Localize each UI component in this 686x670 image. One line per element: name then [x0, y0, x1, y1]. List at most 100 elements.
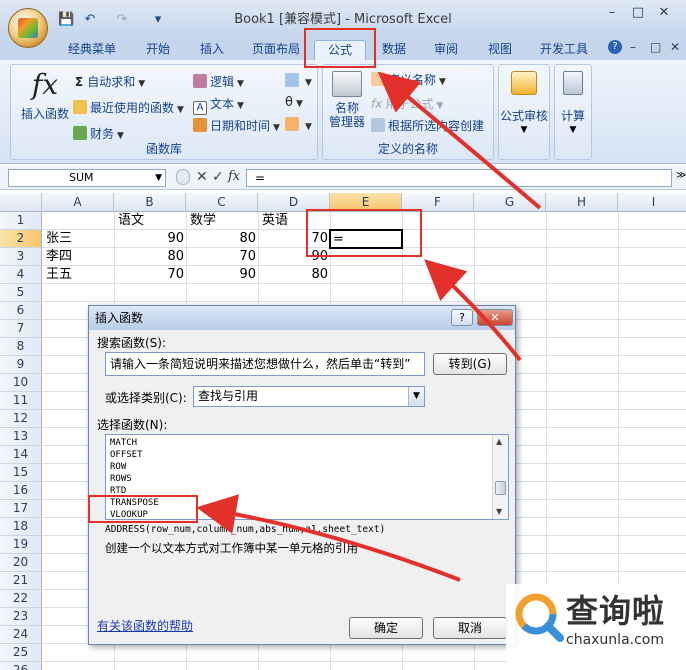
cell-d1[interactable]: 英语 [260, 212, 290, 230]
row-header[interactable]: 11 [0, 392, 42, 410]
function-list-scrollbar[interactable]: ▲ ▼ [492, 435, 508, 519]
list-item[interactable]: OFFSET [110, 449, 143, 461]
row-header[interactable]: 23 [0, 608, 42, 626]
row-header[interactable]: 5 [0, 284, 42, 302]
cancel-button[interactable]: 取消 [433, 617, 507, 639]
list-item[interactable]: ROWS [110, 473, 132, 485]
help-icon[interactable]: ? [608, 40, 622, 54]
create-from-selection-button[interactable]: 根据所选内容创建 [371, 117, 484, 134]
cell-a3[interactable]: 李四 [44, 248, 74, 266]
text-button[interactable]: A 文本 ▼ [193, 95, 244, 115]
define-name-button[interactable]: 定义名称 ▼ [371, 71, 446, 88]
cell-c2[interactable]: 80 [186, 230, 258, 248]
insert-function-fx-icon[interactable]: fx [228, 169, 240, 184]
cell-c1[interactable]: 数学 [188, 212, 218, 230]
column-header[interactable]: G [474, 193, 546, 212]
recent-functions-button[interactable]: 最近使用的函数 ▼ [73, 99, 184, 116]
row-header[interactable]: 12 [0, 410, 42, 428]
function-help-link[interactable]: 有关该函数的帮助 [97, 617, 193, 634]
enter-check-icon[interactable]: ✓ [212, 169, 224, 185]
row-header[interactable]: 7 [0, 320, 42, 338]
row-header[interactable]: 20 [0, 554, 42, 572]
ok-button[interactable]: 确定 [349, 617, 423, 639]
ribbon-restore-button[interactable]: □ [650, 40, 661, 54]
row-header[interactable]: 25 [0, 644, 42, 662]
ribbon-minimize-button[interactable]: – [630, 40, 636, 54]
tab-insert[interactable]: 插入 [192, 40, 232, 60]
cell-a4[interactable]: 王五 [44, 266, 74, 284]
formula-bar-expand-icon[interactable] [176, 169, 190, 185]
row-header[interactable]: 3 [0, 248, 42, 266]
tab-developer[interactable]: 开发工具 [534, 40, 594, 60]
go-button[interactable]: 转到(G) [433, 353, 507, 375]
tab-review[interactable]: 审阅 [428, 40, 464, 60]
row-header[interactable]: 1 [0, 212, 42, 230]
column-header[interactable]: C [186, 193, 258, 212]
cell-a2[interactable]: 张三 [44, 230, 74, 248]
search-input[interactable]: 请输入一条简短说明来描述您想做什么，然后单击“转到” [105, 352, 425, 376]
undo-icon[interactable]: ↶ [82, 12, 98, 28]
list-item[interactable]: MATCH [110, 437, 137, 449]
row-header[interactable]: 17 [0, 500, 42, 518]
tab-classic-menu[interactable]: 经典菜单 [62, 40, 122, 60]
autosum-button[interactable]: Σ 自动求和 ▼ [75, 73, 145, 90]
cell-b1[interactable]: 语文 [116, 212, 146, 230]
tab-page-layout[interactable]: 页面布局 [246, 40, 306, 60]
row-header[interactable]: 22 [0, 590, 42, 608]
office-button[interactable] [8, 8, 48, 48]
cell-c4[interactable]: 90 [186, 266, 258, 284]
row-header[interactable]: 26 [0, 662, 42, 670]
name-box[interactable]: SUM ▼ [8, 169, 166, 187]
math-trig-button[interactable]: θ ▼ [285, 95, 303, 110]
row-header[interactable]: 6 [0, 302, 42, 320]
close-window-button[interactable]: ✕ [652, 4, 676, 22]
row-header[interactable]: 19 [0, 536, 42, 554]
scroll-thumb[interactable] [495, 481, 506, 495]
column-header[interactable]: A [42, 193, 114, 212]
row-header[interactable]: 4 [0, 266, 42, 284]
calculation-group[interactable]: 计算 ▼ [554, 64, 592, 160]
dialog-close-button[interactable]: ✕ [477, 309, 513, 326]
column-header[interactable]: I [618, 193, 686, 212]
select-all-corner[interactable] [0, 193, 42, 212]
row-header[interactable]: 2 [0, 230, 42, 248]
save-icon[interactable]: 💾 [58, 12, 74, 28]
row-header[interactable]: 10 [0, 374, 42, 392]
cell-b4[interactable]: 70 [114, 266, 186, 284]
cancel-icon[interactable]: ✕ [196, 169, 208, 185]
minimize-button[interactable]: – [600, 4, 624, 22]
cell-c3[interactable]: 70 [186, 248, 258, 266]
logical-button[interactable]: 逻辑 ▼ [193, 73, 244, 90]
row-header[interactable]: 21 [0, 572, 42, 590]
redo-icon[interactable]: ↷ [114, 12, 130, 28]
dialog-help-button[interactable]: ? [451, 309, 473, 326]
maximize-button[interactable]: □ [626, 4, 650, 22]
category-select[interactable]: 查找与引用 ▼ [193, 386, 425, 407]
row-header[interactable]: 8 [0, 338, 42, 356]
cell-b2[interactable]: 90 [114, 230, 186, 248]
formula-bar-collapse-icon[interactable]: ≫ [676, 170, 686, 181]
cell-d4[interactable]: 80 [258, 266, 330, 284]
column-header[interactable]: H [546, 193, 618, 212]
tab-data[interactable]: 数据 [376, 40, 412, 60]
tab-home[interactable]: 开始 [138, 40, 178, 60]
row-header[interactable]: 16 [0, 482, 42, 500]
list-item[interactable]: ROW [110, 461, 126, 473]
tab-view[interactable]: 视图 [482, 40, 518, 60]
row-header[interactable]: 14 [0, 446, 42, 464]
formula-auditing-group[interactable]: 公式审核 ▼ [498, 64, 550, 160]
use-in-formula-button[interactable]: fx 用于公式 ▼ [371, 95, 443, 112]
lookup-reference-button[interactable]: ▼ [285, 73, 312, 88]
column-header[interactable]: B [114, 193, 186, 212]
row-header[interactable]: 24 [0, 626, 42, 644]
insert-function-button[interactable]: fx 插入函数 [19, 69, 71, 122]
row-header[interactable]: 13 [0, 428, 42, 446]
row-header[interactable]: 18 [0, 518, 42, 536]
datetime-button[interactable]: 日期和时间 ▼ [193, 117, 280, 134]
row-header[interactable]: 9 [0, 356, 42, 374]
more-functions-button[interactable]: ▼ [285, 117, 312, 132]
customize-qat-icon[interactable]: ▾ [150, 12, 166, 28]
name-manager-button[interactable]: 名称 管理器 [327, 71, 367, 129]
row-header[interactable]: 15 [0, 464, 42, 482]
cell-b3[interactable]: 80 [114, 248, 186, 266]
